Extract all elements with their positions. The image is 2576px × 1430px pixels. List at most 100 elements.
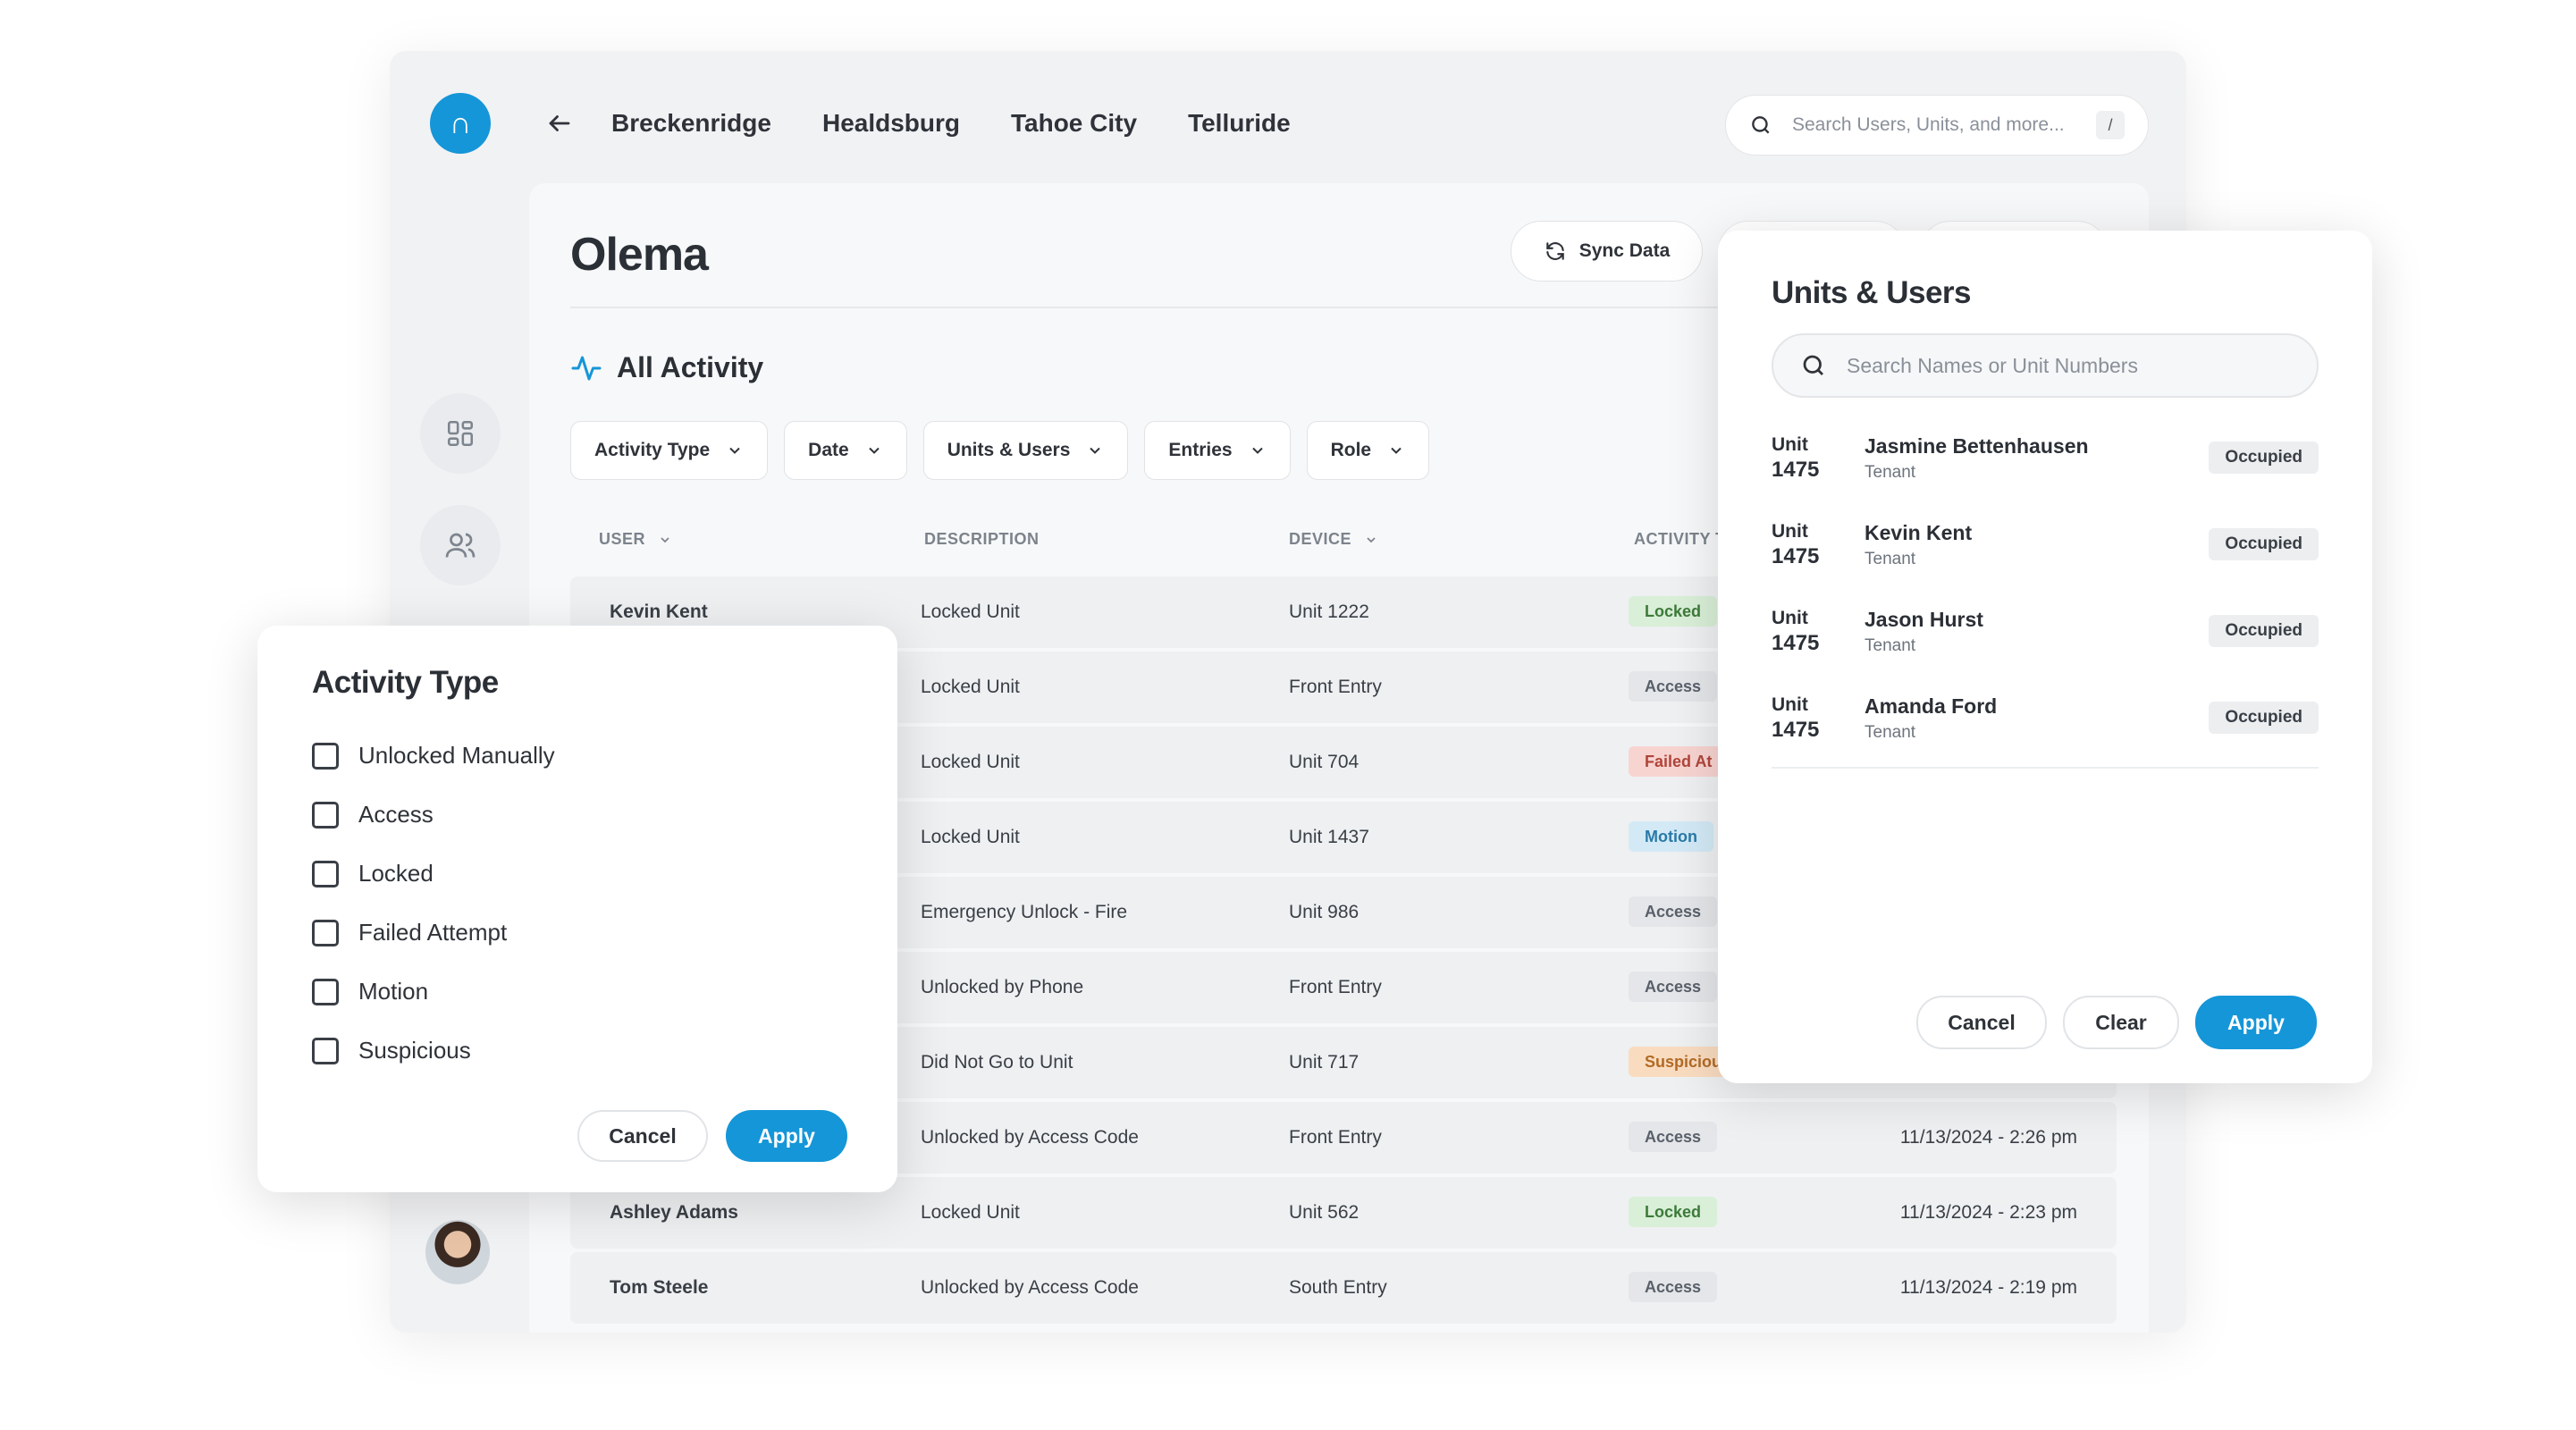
unit-number: 1475 [1772,544,1820,568]
checkbox[interactable] [312,919,339,946]
row-timestamp: 11/13/2024 - 2:26 pm [1899,1127,2077,1148]
checkbox-unlocked-manually[interactable]: Unlocked Manually [312,742,555,770]
tab-healdsburg[interactable]: Healdsburg [822,109,960,138]
checkbox-failed-attempt[interactable]: Failed Attempt [312,919,507,946]
column-device[interactable]: DEVICE [1289,530,1378,549]
cancel-button[interactable]: Cancel [577,1110,708,1162]
user-role: Tenant [1865,463,1916,482]
unit-number: 1475 [1772,631,1820,655]
row-device: Front Entry [1289,1127,1382,1148]
checkbox-motion[interactable]: Motion [312,978,428,1005]
user-avatar[interactable] [425,1220,490,1284]
row-device: Unit 1437 [1289,827,1369,847]
status-badge: Occupied [2209,442,2319,474]
tab-breckenridge[interactable]: Breckenridge [611,109,771,138]
list-item[interactable]: Unit 1475 Jason Hurst Tenant Occupied [1772,602,2319,689]
chevron-down-icon [1251,447,1263,454]
user-name: Jasmine Bettenhausen [1865,434,2089,458]
checkbox-label: Locked [358,860,434,887]
search-input[interactable]: Search Users, Units, and more... [1792,114,2096,136]
checkbox[interactable] [312,860,339,887]
column-user[interactable]: USER [599,530,672,549]
checkbox-locked[interactable]: Locked [312,860,434,887]
apply-button[interactable]: Apply [726,1110,847,1162]
page-title: Olema [570,229,709,281]
unit-label: Unit [1772,521,1808,542]
popover-title: Units & Users [1772,275,1972,310]
row-user: Kevin Kent [610,601,708,622]
row-description: Did Not Go to Unit [921,1052,1073,1072]
app-logo[interactable]: ∩ [430,93,491,154]
user-name: Jason Hurst [1865,608,1983,631]
row-description: Unlocked by Access Code [921,1277,1139,1298]
filter-activity-type[interactable]: Activity Type [570,421,769,480]
checkbox-access[interactable]: Access [312,801,434,829]
filter-units-users[interactable]: Units & Users [922,421,1129,480]
activity-badge: Access [1629,671,1718,702]
row-device: Unit 704 [1289,752,1360,772]
unit-block: Unit 1475 [1772,433,1819,483]
checkbox[interactable] [312,1037,339,1064]
row-device: Unit 986 [1289,902,1360,922]
column-activity-type: ACTIVITY T [1634,530,1726,548]
row-timestamp: 11/13/2024 - 2:23 pm [1899,1202,2077,1223]
unit-label: Unit [1772,694,1808,715]
row-device: Unit 1222 [1289,601,1369,622]
row-description: Locked Unit [921,827,1020,847]
activity-type-popover: Activity Type Unlocked Manually Access L… [257,626,897,1192]
tab-telluride[interactable]: Telluride [1188,109,1291,138]
users-icon [445,533,476,558]
unit-label: Unit [1772,434,1808,455]
filter-label: Units & Users [947,440,1071,460]
filter-bar: Activity Type Date Units & Users Entries… [570,421,1445,480]
unit-label: Unit [1772,608,1808,628]
checkbox-label: Motion [358,978,429,1005]
search-shortcut-key: / [2096,111,2125,139]
row-description: Unlocked by Phone [921,977,1084,997]
chevron-down-icon [868,447,880,454]
back-button[interactable] [542,105,577,141]
filter-role[interactable]: Role [1306,421,1430,480]
filter-label: Entries [1168,440,1233,460]
filter-entries[interactable]: Entries [1144,421,1291,480]
checkbox-label: Suspicious [358,1037,471,1064]
dashboard-nav-button[interactable] [420,393,501,474]
row-device: South Entry [1289,1277,1387,1298]
list-item[interactable]: Unit 1475 Kevin Kent Tenant Occupied [1772,516,2319,602]
users-nav-button[interactable] [420,505,501,585]
user-role: Tenant [1865,550,1916,568]
checkbox[interactable] [312,801,339,829]
table-row[interactable]: Tom Steele Unlocked by Access Code South E… [570,1252,2117,1324]
tab-tahoe-city[interactable]: Tahoe City [1011,109,1137,138]
status-badge: Occupied [2209,528,2319,560]
refresh-icon [1545,242,1564,260]
units-search-input[interactable]: Search Names or Unit Numbers [1847,354,2138,378]
sync-data-button[interactable]: Sync Data [1511,221,1703,282]
row-device: Unit 717 [1289,1052,1360,1072]
status-badge: Occupied [2209,615,2319,647]
user-name: Amanda Ford [1865,694,1998,718]
checkbox[interactable] [312,978,339,1005]
filter-date[interactable]: Date [784,421,907,480]
checkbox[interactable] [312,742,339,770]
global-search[interactable]: Search Users, Units, and more... / [1725,95,2149,156]
checkbox-suspicious[interactable]: Suspicious [312,1037,471,1064]
user-role: Tenant [1865,636,1916,655]
units-search-field[interactable]: Search Names or Unit Numbers [1772,333,2319,398]
row-description: Emergency Unlock - Fire [921,902,1128,922]
unit-block: Unit 1475 [1772,606,1819,656]
chevron-down-icon [1391,447,1402,454]
chevron-down-icon [661,536,669,543]
activity-badge: Access [1629,972,1718,1002]
checkbox-label: Access [358,801,434,828]
list-item[interactable]: Unit 1475 Jasmine Bettenhausen Tenant Occupi… [1772,429,2319,516]
status-badge: Occupied [2209,702,2319,734]
grid-icon [447,420,474,447]
row-user: Ashley Adams [610,1202,738,1223]
search-icon [1752,116,1770,134]
apply-button[interactable]: Apply [2195,996,2317,1049]
activity-badge: Motion [1629,821,1713,852]
checkbox-label: Unlocked Manually [358,742,555,769]
clear-button[interactable]: Clear [2063,996,2179,1049]
cancel-button[interactable]: Cancel [1916,996,2047,1049]
